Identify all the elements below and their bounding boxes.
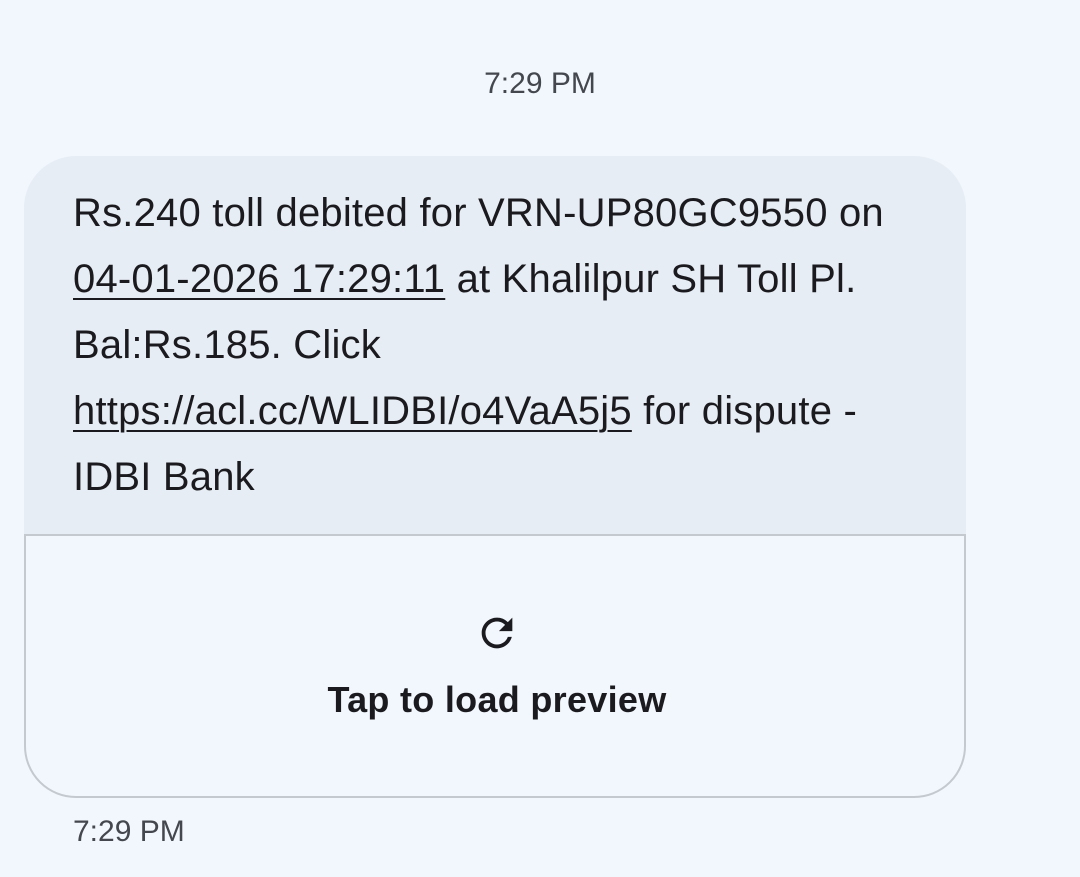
message-text-part1: Rs.240 toll debited for VRN-UP80GC9550 o… (73, 191, 884, 235)
preview-label: Tap to load preview (327, 679, 667, 720)
dispute-url-link[interactable]: https://acl.cc/WLIDBI/o4VaA5j5 (73, 389, 632, 433)
load-preview-button[interactable]: Tap to load preview (24, 534, 966, 798)
message-bubble[interactable]: Rs.240 toll debited for VRN-UP80GC9550 o… (24, 156, 966, 798)
message-text: Rs.240 toll debited for VRN-UP80GC9550 o… (24, 156, 966, 536)
refresh-icon (474, 610, 520, 656)
datetime-link[interactable]: 04-01-2026 17:29:11 (73, 257, 445, 301)
message-timestamp: 7:29 PM (73, 815, 185, 848)
conversation-timestamp: 7:29 PM (484, 67, 596, 100)
